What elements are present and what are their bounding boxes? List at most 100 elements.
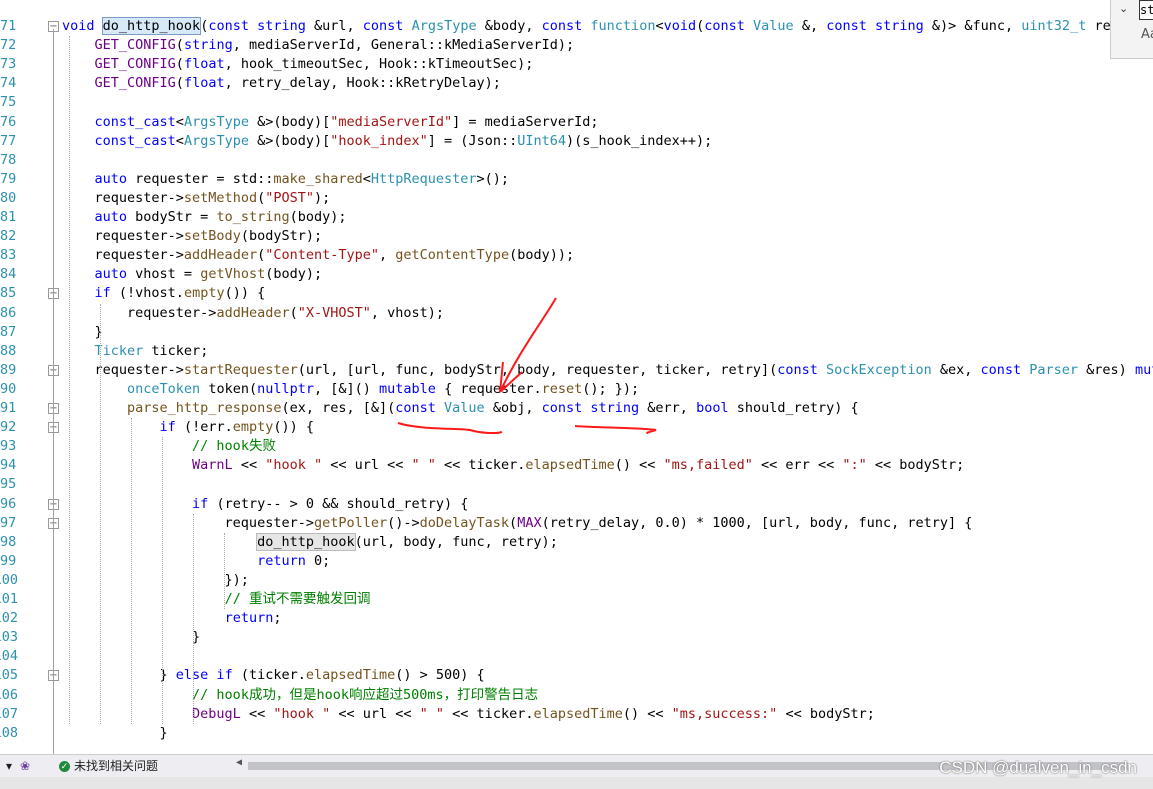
code-line[interactable]: 103 } [0, 628, 1153, 647]
code-line[interactable]: 98 do_http_hook(url, body, func, retry); [0, 532, 1153, 552]
code-token: , [&]() [314, 380, 380, 397]
code-token: auto [94, 170, 136, 187]
code-line[interactable]: 74 GET_CONFIG(float, retry_delay, Hook::… [0, 74, 1153, 93]
code-line[interactable]: 88 Ticker ticker; [0, 342, 1153, 361]
code-line[interactable]: 91− parse_http_response(ex, res, [&](con… [0, 399, 1153, 418]
code-line[interactable]: 82 requester->setBody(bodyStr); [0, 227, 1153, 246]
code-token: (url, [url, func, bodyStr, body, request… [297, 361, 778, 378]
code-line[interactable]: 100 }); [0, 571, 1153, 590]
code-line[interactable]: 78 [0, 151, 1153, 170]
check-icon: ✓ [59, 761, 70, 773]
code-token: elapsedTime [305, 667, 396, 684]
code-token: , retry_delay, Hook::kRetryDelay); [224, 75, 501, 92]
code-line[interactable]: 87 } [0, 323, 1153, 342]
code-line[interactable]: 97− requester->getPoller()->doDelayTask(… [0, 514, 1153, 533]
code-line[interactable]: 86 requester->addHeader("X-VHOST", vhost… [0, 304, 1153, 323]
code-line[interactable]: 102 return; [0, 609, 1153, 628]
zoom-dropdown[interactable]: ▾ [6, 758, 12, 774]
code-token: if [159, 419, 184, 436]
code-token: &err, [647, 400, 697, 416]
code-token: auto [94, 209, 136, 225]
code-text: requester->getPoller()->doDelayTask(MAX(… [62, 514, 973, 533]
code-token: (ticker. [240, 667, 306, 684]
code-line[interactable]: 95 [0, 475, 1153, 494]
code-line[interactable]: 80 requester->setMethod("POST"); [0, 189, 1153, 208]
code-token: const [980, 361, 1030, 378]
code-text: requester->addHeader("X-VHOST", vhost); [62, 304, 444, 323]
code-token: requester = std:: [135, 170, 274, 187]
scroll-left-icon[interactable]: ◀ [236, 757, 242, 768]
code-token: , mediaServerId, General::kMediaServerId… [232, 37, 575, 54]
code-line[interactable]: 79 auto requester = std::make_shared<Htt… [0, 170, 1153, 189]
line-number: 104 [0, 648, 18, 665]
code-token: ( [509, 514, 518, 531]
find-input[interactable]: st [1139, 0, 1153, 20]
line-number: 71 [0, 18, 17, 34]
code-text: return; [62, 609, 282, 628]
code-line[interactable]: 71− void do_http_hook(const string &url, … [0, 17, 1153, 36]
code-line[interactable]: 104 [0, 647, 1153, 666]
code-token: float [183, 75, 225, 92]
line-number: 101 [0, 591, 18, 607]
code-token: const [777, 361, 827, 378]
code-token: (url, body, func, retry); [354, 533, 558, 550]
code-token: } [62, 724, 168, 741]
code-token: &body, [484, 18, 542, 34]
code-line[interactable]: 90 onceToken token(nullptr, [&]() mutabl… [0, 380, 1153, 399]
code-line[interactable]: 72 GET_CONFIG(string, mediaServerId, Gen… [0, 36, 1153, 55]
code-token: MAX [517, 514, 542, 531]
code-text: const_cast<ArgsType &>(body)["mediaServe… [62, 113, 599, 132]
code-line[interactable]: 76 const_cast<ArgsType &>(body)["mediaSe… [0, 113, 1153, 132]
code-line[interactable]: 89− requester->startRequester(url, [url,… [0, 361, 1153, 380]
code-token: ()) { [273, 419, 314, 436]
code-text: WarnL << "hook " << url << " " << ticker… [62, 456, 964, 475]
code-line[interactable]: 92− if (!err.empty()) { [0, 418, 1153, 437]
code-line[interactable]: 94 WarnL << "hook " << url << " " << tic… [0, 456, 1153, 475]
code-token: const [541, 400, 591, 416]
code-token: ArgsType [183, 132, 258, 149]
code-line[interactable]: 93 // hook失败 [0, 437, 1153, 456]
issues-text: 未找到相关问题 [74, 759, 159, 773]
copilot-icon[interactable]: ❀ [20, 758, 30, 774]
code-line[interactable]: 99 return 0; [0, 552, 1153, 571]
code-token: , vhost); [370, 304, 445, 321]
code-token: ticker; [151, 342, 209, 359]
find-expand-icon[interactable]: ⌄ [1119, 2, 1128, 15]
code-line[interactable]: 83 requester->addHeader("Content-Type", … [0, 246, 1153, 265]
code-line[interactable]: 85− if (!vhost.empty()) { [0, 284, 1153, 303]
code-line[interactable]: 106 // hook成功，但是hook响应超过500ms，打印警告日志 [0, 686, 1153, 705]
code-line[interactable]: 107 DebugL << "hook " << url << " " << t… [0, 705, 1153, 724]
code-token: mutable [1134, 361, 1153, 378]
code-token: auto [94, 266, 136, 283]
match-case-button[interactable]: Aa [1141, 27, 1153, 42]
code-text: // 重试不需要触发回调 [62, 590, 371, 609]
code-token: ()) { [224, 285, 266, 302]
code-token: ); [314, 189, 331, 206]
issues-indicator[interactable]: ✓ 未找到相关问题 [59, 758, 158, 774]
line-number: 87 [0, 323, 17, 340]
code-token: &>(body)[ [257, 132, 331, 149]
code-line[interactable]: 96− if (retry-- > 0 && should_retry) { [0, 495, 1153, 514]
code-line[interactable]: 77 const_cast<ArgsType &>(body)["hook_in… [0, 132, 1153, 151]
code-line[interactable]: 101 // 重试不需要触发回调 [0, 590, 1153, 609]
code-line[interactable]: 81 auto bodyStr = to_string(body); [0, 208, 1153, 227]
code-line[interactable]: 73 GET_CONFIG(float, hook_timeoutSec, Ho… [0, 55, 1153, 74]
code-token: onceToken [127, 380, 209, 397]
code-line[interactable]: 84 auto vhost = getVhost(body); [0, 265, 1153, 284]
code-token: WarnL [192, 457, 241, 474]
find-widget[interactable]: ⌄ st Aa [1110, 0, 1153, 59]
bottom-panel-strip [0, 777, 1153, 789]
code-editor[interactable]: 71− void do_http_hook(const string &url, … [0, 0, 1153, 754]
code-token: ( [175, 56, 184, 73]
code-line[interactable]: 75 [0, 93, 1153, 112]
code-line[interactable]: 108 } [0, 724, 1153, 743]
code-line[interactable]: 105− } else if (ticker.elapsedTime() > 5… [0, 666, 1153, 685]
code-token: token( [208, 380, 258, 397]
